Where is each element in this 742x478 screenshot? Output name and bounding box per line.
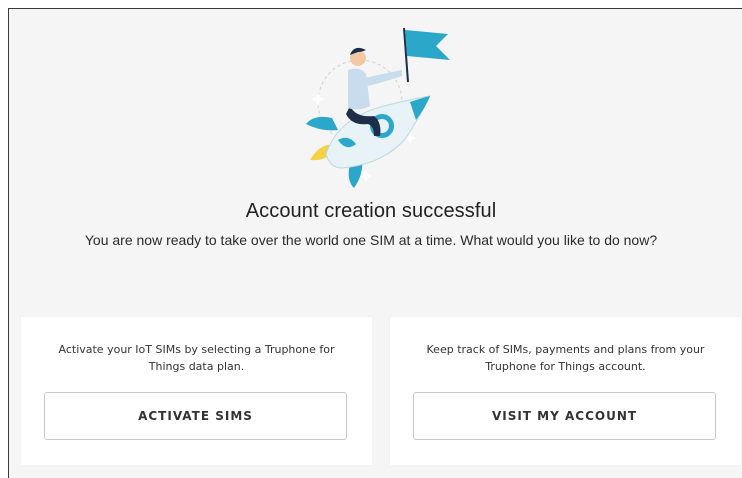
visit-my-account-button[interactable]: VISIT MY ACCOUNT [413,392,716,440]
rocket-illustration-icon [306,27,450,188]
visit-account-card: Keep track of SIMs, payments and plans f… [390,317,741,465]
page-title: Account creation successful [245,200,497,222]
page-subtitle: You are now ready to take over the world… [84,232,658,248]
visit-account-description: Keep track of SIMs, payments and plans f… [426,343,705,373]
activate-sims-card: Activate your IoT SIMs by selecting a Tr… [21,317,372,465]
activate-sims-description: Activate your IoT SIMs by selecting a Tr… [58,343,335,373]
activate-sims-button[interactable]: ACTIVATE SIMS [44,392,347,440]
